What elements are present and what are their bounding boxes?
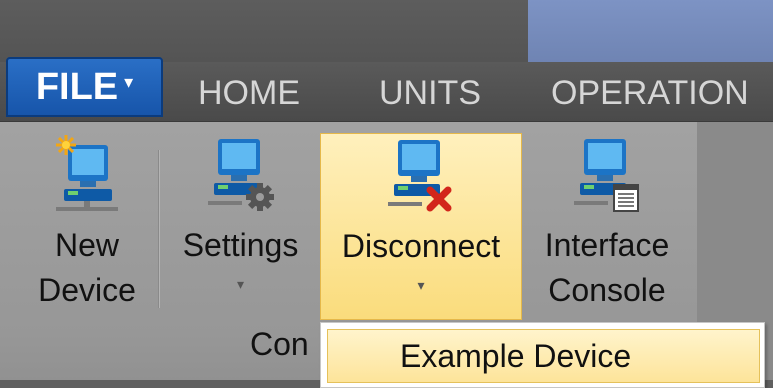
device-settings-icon xyxy=(207,139,274,211)
settings-label: Settings xyxy=(182,227,299,263)
disconnect-dropdown-menu: Example Device xyxy=(320,322,765,388)
interface-console-button[interactable]: Interface Console xyxy=(528,133,686,320)
interface-console-icon xyxy=(574,139,639,212)
file-tab[interactable]: FILE ▾ xyxy=(6,57,163,117)
title-bar-accent xyxy=(528,0,773,62)
ribbon-group-label: Con xyxy=(250,326,309,362)
tab-home[interactable]: HOME xyxy=(198,62,300,122)
chevron-down-icon: ▾ xyxy=(236,276,245,292)
settings-button[interactable]: Settings ▾ xyxy=(168,133,313,320)
new-device-icon xyxy=(56,135,118,211)
chevron-down-icon: ▾ xyxy=(417,277,425,293)
tab-operation[interactable]: OPERATION xyxy=(551,62,749,122)
disconnect-button[interactable]: Disconnect ▾ xyxy=(320,133,522,320)
new-device-label: New Device xyxy=(38,227,136,308)
file-tab-label: FILE xyxy=(35,65,119,108)
interface-console-label: Interface Console xyxy=(544,227,670,308)
disconnect-label: Disconnect xyxy=(341,228,501,264)
chevron-down-icon: ▾ xyxy=(124,71,134,92)
ribbon-separator xyxy=(158,150,160,308)
disconnect-device-icon xyxy=(388,140,452,212)
menu-item-example-device[interactable]: Example Device xyxy=(327,329,760,383)
new-device-button[interactable]: New Device xyxy=(22,133,152,320)
tab-units[interactable]: UNITS xyxy=(379,62,481,122)
